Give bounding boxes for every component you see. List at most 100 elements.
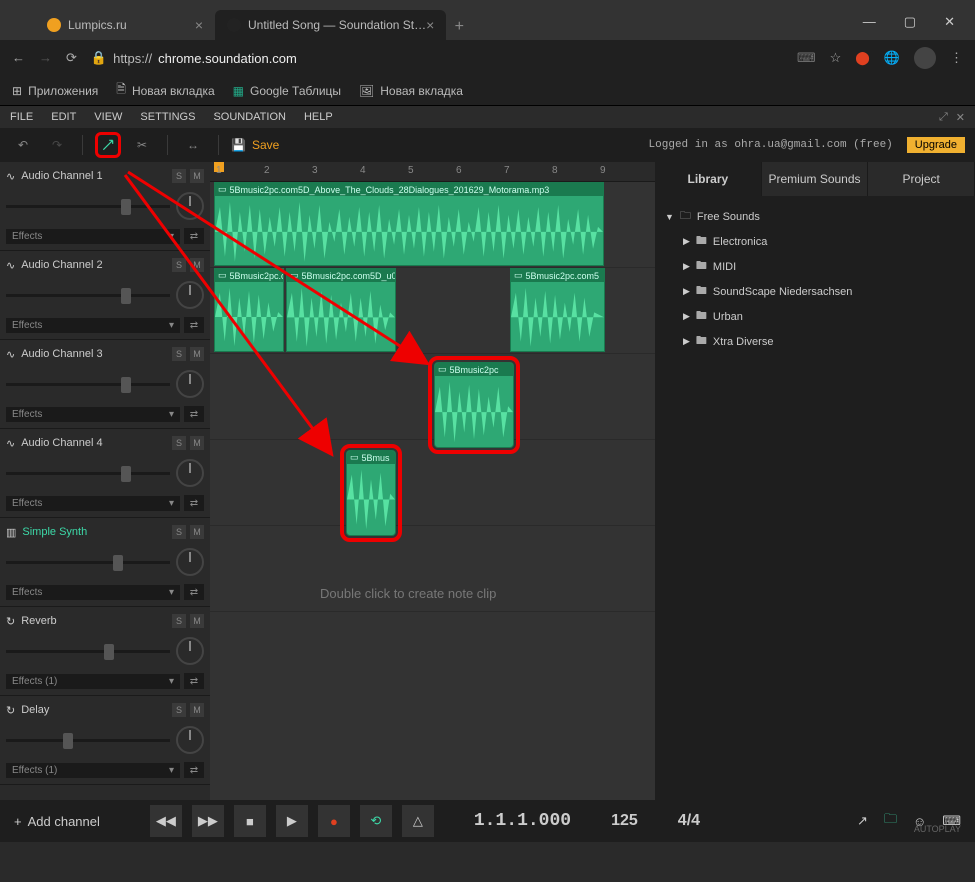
upgrade-button[interactable]: Upgrade bbox=[907, 137, 965, 153]
tab-project[interactable]: Project bbox=[868, 162, 975, 196]
effects-dropdown[interactable]: Effects (1)▾ bbox=[6, 763, 180, 778]
track-name[interactable]: Audio Channel 3 bbox=[21, 348, 102, 360]
time-signature[interactable]: 4/4 bbox=[678, 812, 700, 830]
menu-soundation[interactable]: SOUNDATION bbox=[213, 111, 286, 123]
solo-button[interactable]: S bbox=[172, 436, 186, 450]
clips-area[interactable]: ▭5Bmusic2pc.com5D_Above_The_Clouds_28Dia… bbox=[210, 182, 655, 800]
track-name[interactable]: Simple Synth bbox=[22, 526, 87, 538]
folder-icon[interactable]: 🗀 bbox=[884, 810, 897, 832]
bookmark-item[interactable]: 🖼Новая вкладка bbox=[359, 84, 463, 98]
track[interactable]: ∿ Audio Channel 2 SM Effects▾ ⇄ bbox=[0, 251, 210, 340]
bookmark-star-icon[interactable]: ☆ bbox=[830, 50, 842, 66]
menu-help[interactable]: HELP bbox=[304, 111, 333, 123]
automation-button[interactable]: ⇄ bbox=[184, 406, 204, 422]
tree-folder[interactable]: ▶🖿Electronica bbox=[663, 229, 967, 254]
back-button[interactable]: ← bbox=[12, 50, 25, 66]
automation-button[interactable]: ⇄ bbox=[184, 495, 204, 511]
mute-button[interactable]: M bbox=[190, 258, 204, 272]
reload-button[interactable]: ⟳ bbox=[66, 50, 77, 66]
menu-file[interactable]: FILE bbox=[10, 111, 33, 123]
effects-dropdown[interactable]: Effects▾ bbox=[6, 318, 180, 333]
new-tab-button[interactable]: + bbox=[446, 14, 472, 40]
close-window-button[interactable]: ✕ bbox=[944, 14, 955, 30]
audio-clip[interactable]: ▭5Bmusic2pc.com5D_u04 bbox=[286, 268, 396, 352]
autoplay-label[interactable]: AUTOPLAY bbox=[914, 824, 961, 834]
minimize-button[interactable]: — bbox=[863, 14, 876, 30]
volume-slider[interactable] bbox=[6, 383, 170, 386]
pan-knob[interactable] bbox=[176, 281, 204, 309]
effects-dropdown[interactable]: Effects▾ bbox=[6, 229, 180, 244]
tree-folder[interactable]: ▶🖿SoundScape Niedersachsen bbox=[663, 279, 967, 304]
menu-edit[interactable]: EDIT bbox=[51, 111, 76, 123]
pan-knob[interactable] bbox=[176, 548, 204, 576]
pan-knob[interactable] bbox=[176, 192, 204, 220]
menu-icon[interactable]: ⋮ bbox=[950, 50, 963, 66]
browser-tab[interactable]: Untitled Song — Soundation St… × bbox=[215, 10, 446, 40]
audio-clip[interactable]: ▭5Bmus bbox=[346, 450, 396, 536]
timeline-ruler[interactable]: 123456789 bbox=[210, 162, 655, 182]
extension-icon[interactable]: ⬤ bbox=[855, 50, 870, 66]
mute-button[interactable]: M bbox=[190, 525, 204, 539]
volume-slider[interactable] bbox=[6, 739, 170, 742]
track-name[interactable]: Audio Channel 1 bbox=[21, 170, 102, 182]
forward-button[interactable]: ▶▶ bbox=[192, 805, 224, 837]
mute-button[interactable]: M bbox=[190, 703, 204, 717]
audio-clip[interactable]: ▭5Bmusic2pc.com5 bbox=[510, 268, 605, 352]
bookmark-item[interactable]: 🗎Новая вкладка bbox=[116, 80, 214, 101]
volume-slider[interactable] bbox=[6, 472, 170, 475]
metronome-button[interactable]: △ bbox=[402, 805, 434, 837]
stop-button[interactable]: ■ bbox=[234, 805, 266, 837]
track[interactable]: ↻ Delay SM Effects (1)▾ ⇄ bbox=[0, 696, 210, 785]
tab-premium[interactable]: Premium Sounds bbox=[762, 162, 869, 196]
solo-button[interactable]: S bbox=[172, 169, 186, 183]
tree-folder[interactable]: ▶🖿Urban bbox=[663, 304, 967, 329]
add-channel-button[interactable]: + Add channel bbox=[14, 814, 100, 829]
position-display[interactable]: 1.1.1.000 bbox=[474, 811, 571, 831]
track[interactable]: ∿ Audio Channel 3 SM Effects▾ ⇄ bbox=[0, 340, 210, 429]
solo-button[interactable]: S bbox=[172, 258, 186, 272]
track-name[interactable]: Delay bbox=[21, 704, 49, 716]
pan-knob[interactable] bbox=[176, 370, 204, 398]
pan-knob[interactable] bbox=[176, 726, 204, 754]
solo-button[interactable]: S bbox=[172, 347, 186, 361]
forward-button[interactable]: → bbox=[39, 50, 52, 66]
tab-library[interactable]: Library bbox=[655, 162, 762, 196]
track[interactable]: ∿ Audio Channel 4 SM Effects▾ ⇄ bbox=[0, 429, 210, 518]
automation-button[interactable]: ⇄ bbox=[184, 762, 204, 778]
effects-dropdown[interactable]: Effects (1)▾ bbox=[6, 674, 180, 689]
solo-button[interactable]: S bbox=[172, 614, 186, 628]
mute-button[interactable]: M bbox=[190, 436, 204, 450]
mute-button[interactable]: M bbox=[190, 169, 204, 183]
browser-tab[interactable]: Lumpics.ru × bbox=[35, 10, 215, 40]
address-bar[interactable]: 🔒 https://chrome.soundation.com bbox=[91, 50, 783, 66]
maximize-button[interactable]: ▢ bbox=[904, 14, 916, 30]
apps-button[interactable]: ⊞Приложения bbox=[12, 84, 98, 98]
audio-clip[interactable]: ▭5Bmusic2pc.com5D_Above_The_Clouds_28Dia… bbox=[214, 182, 604, 266]
audio-clip[interactable]: ▭5Bmusic2pc.com5D bbox=[214, 268, 284, 352]
close-icon[interactable]: × bbox=[426, 17, 434, 33]
effects-dropdown[interactable]: Effects▾ bbox=[6, 585, 180, 600]
undo-button[interactable]: ↶ bbox=[10, 132, 36, 158]
menu-settings[interactable]: SETTINGS bbox=[140, 111, 195, 123]
expand-icon[interactable]: ⤢ bbox=[939, 111, 948, 124]
timeline-area[interactable]: 123456789 ▭5Bmusic2pc.com5D_Above_The_Cl… bbox=[210, 162, 655, 800]
profile-avatar[interactable] bbox=[914, 47, 936, 69]
translate-icon[interactable]: ⌨ bbox=[797, 50, 816, 66]
pan-knob[interactable] bbox=[176, 637, 204, 665]
track[interactable]: ▥ Simple Synth SM Effects▾ ⇄ bbox=[0, 518, 210, 607]
volume-slider[interactable] bbox=[6, 561, 170, 564]
track-lane[interactable] bbox=[210, 440, 655, 526]
track-name[interactable]: Audio Channel 4 bbox=[21, 437, 102, 449]
share-icon[interactable]: ↗ bbox=[857, 813, 868, 829]
solo-button[interactable]: S bbox=[172, 525, 186, 539]
tempo-display[interactable]: 125 bbox=[611, 812, 638, 830]
loop-button[interactable]: ⟲ bbox=[360, 805, 392, 837]
effects-dropdown[interactable]: Effects▾ bbox=[6, 407, 180, 422]
audio-clip[interactable]: ▭5Bmusic2pc bbox=[434, 362, 514, 448]
automation-button[interactable]: ⇄ bbox=[184, 317, 204, 333]
track-lane[interactable] bbox=[210, 354, 655, 440]
tree-root[interactable]: ▼ 🗀 Free Sounds bbox=[663, 204, 967, 229]
record-button[interactable]: ● bbox=[318, 805, 350, 837]
play-button[interactable]: ▶ bbox=[276, 805, 308, 837]
redo-button[interactable]: ↷ bbox=[44, 132, 70, 158]
